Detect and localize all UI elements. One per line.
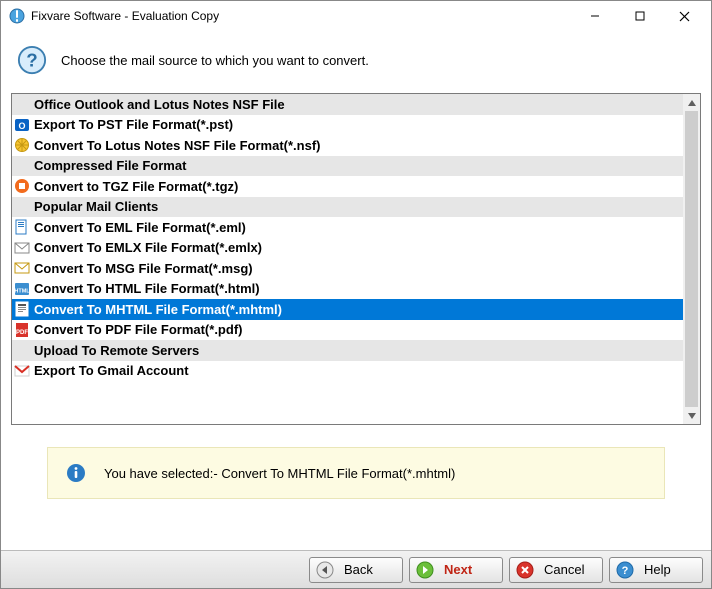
list-item[interactable]: O Export To PST File Format(*.pst) (12, 115, 683, 136)
svg-text:O: O (18, 121, 25, 131)
html-icon: HTML (14, 281, 30, 297)
close-button[interactable] (662, 2, 707, 30)
group-header-label: Popular Mail Clients (34, 199, 158, 214)
back-label: Back (344, 562, 392, 577)
scrollbar[interactable] (683, 94, 700, 424)
list-item-label: Convert To HTML File Format(*.html) (34, 281, 260, 296)
mhtml-icon (14, 301, 30, 317)
eml-icon (14, 219, 30, 235)
help-button-icon: ? (616, 561, 634, 579)
cancel-button[interactable]: Cancel (509, 557, 603, 583)
list-item-label: Export To PST File Format(*.pst) (34, 117, 233, 132)
list-item[interactable]: Convert To Lotus Notes NSF File Format(*… (12, 135, 683, 156)
window-title: Fixvare Software - Evaluation Copy (31, 9, 572, 23)
notice-message: You have selected:- Convert To MHTML Fil… (104, 466, 455, 481)
next-label: Next (444, 562, 492, 577)
back-button[interactable]: Back (309, 557, 403, 583)
scroll-down-button[interactable] (683, 407, 700, 424)
footer: Back Next Cancel ? Help (1, 550, 711, 588)
group-header-label: Upload To Remote Servers (34, 343, 199, 358)
scroll-up-button[interactable] (683, 94, 700, 111)
svg-text:PDF: PDF (16, 330, 28, 336)
tgz-icon (14, 178, 30, 194)
list-group-header: Office Outlook and Lotus Notes NSF File (12, 94, 683, 115)
list-item-label: Convert To Lotus Notes NSF File Format(*… (34, 138, 321, 153)
svg-text:?: ? (26, 50, 37, 71)
group-header-label: Office Outlook and Lotus Notes NSF File (34, 97, 285, 112)
cancel-label: Cancel (544, 562, 592, 577)
list-item[interactable]: Convert To EML File Format(*.eml) (12, 217, 683, 238)
list-item-label: Export To Gmail Account (34, 363, 189, 378)
gmail-icon (14, 363, 30, 379)
group-header-label: Compressed File Format (34, 158, 186, 173)
next-button[interactable]: Next (409, 557, 503, 583)
pdf-icon: PDF (14, 322, 30, 338)
header-prompt: Choose the mail source to which you want… (61, 53, 369, 68)
list-item[interactable]: Export To Gmail Account (12, 361, 683, 382)
help-icon: ? (17, 45, 47, 75)
outlook-icon: O (14, 117, 30, 133)
help-label: Help (644, 562, 692, 577)
list-item-label: Convert To PDF File Format(*.pdf) (34, 322, 242, 337)
maximize-button[interactable] (617, 2, 662, 30)
help-button[interactable]: ? Help (609, 557, 703, 583)
list-item-label: Convert To EMLX File Format(*.emlx) (34, 240, 262, 255)
list-item-label: Convert To MHTML File Format(*.mhtml) (34, 302, 282, 317)
titlebar: Fixvare Software - Evaluation Copy (1, 1, 711, 31)
next-icon (416, 561, 434, 579)
info-icon (66, 463, 86, 483)
list-item-label: Convert To EML File Format(*.eml) (34, 220, 246, 235)
list-item[interactable]: Convert To EMLX File Format(*.emlx) (12, 238, 683, 259)
scroll-thumb[interactable] (685, 111, 698, 407)
list-item[interactable]: Convert To MSG File Format(*.msg) (12, 258, 683, 279)
cancel-icon (516, 561, 534, 579)
format-listbox: Office Outlook and Lotus Notes NSF File O… (11, 93, 701, 425)
list-group-header: Compressed File Format (12, 156, 683, 177)
minimize-button[interactable] (572, 2, 617, 30)
selection-notice: You have selected:- Convert To MHTML Fil… (47, 447, 665, 499)
svg-text:HTML: HTML (14, 288, 30, 294)
list-item[interactable]: PDF Convert To PDF File Format(*.pdf) (12, 320, 683, 341)
list-item[interactable]: Convert to TGZ File Format(*.tgz) (12, 176, 683, 197)
list-item[interactable]: HTML Convert To HTML File Format(*.html) (12, 279, 683, 300)
list-group-header: Upload To Remote Servers (12, 340, 683, 361)
msg-icon (14, 260, 30, 276)
list-item-label: Convert to TGZ File Format(*.tgz) (34, 179, 238, 194)
emlx-icon (14, 240, 30, 256)
list-item-label: Convert To MSG File Format(*.msg) (34, 261, 253, 276)
back-icon (316, 561, 334, 579)
lotus-icon (14, 137, 30, 153)
list-item[interactable]: Convert To MHTML File Format(*.mhtml) (12, 299, 683, 320)
app-icon (9, 8, 25, 24)
scroll-track[interactable] (683, 111, 700, 407)
list-group-header: Popular Mail Clients (12, 197, 683, 218)
svg-text:?: ? (622, 565, 629, 577)
header: ? Choose the mail source to which you wa… (1, 31, 711, 93)
